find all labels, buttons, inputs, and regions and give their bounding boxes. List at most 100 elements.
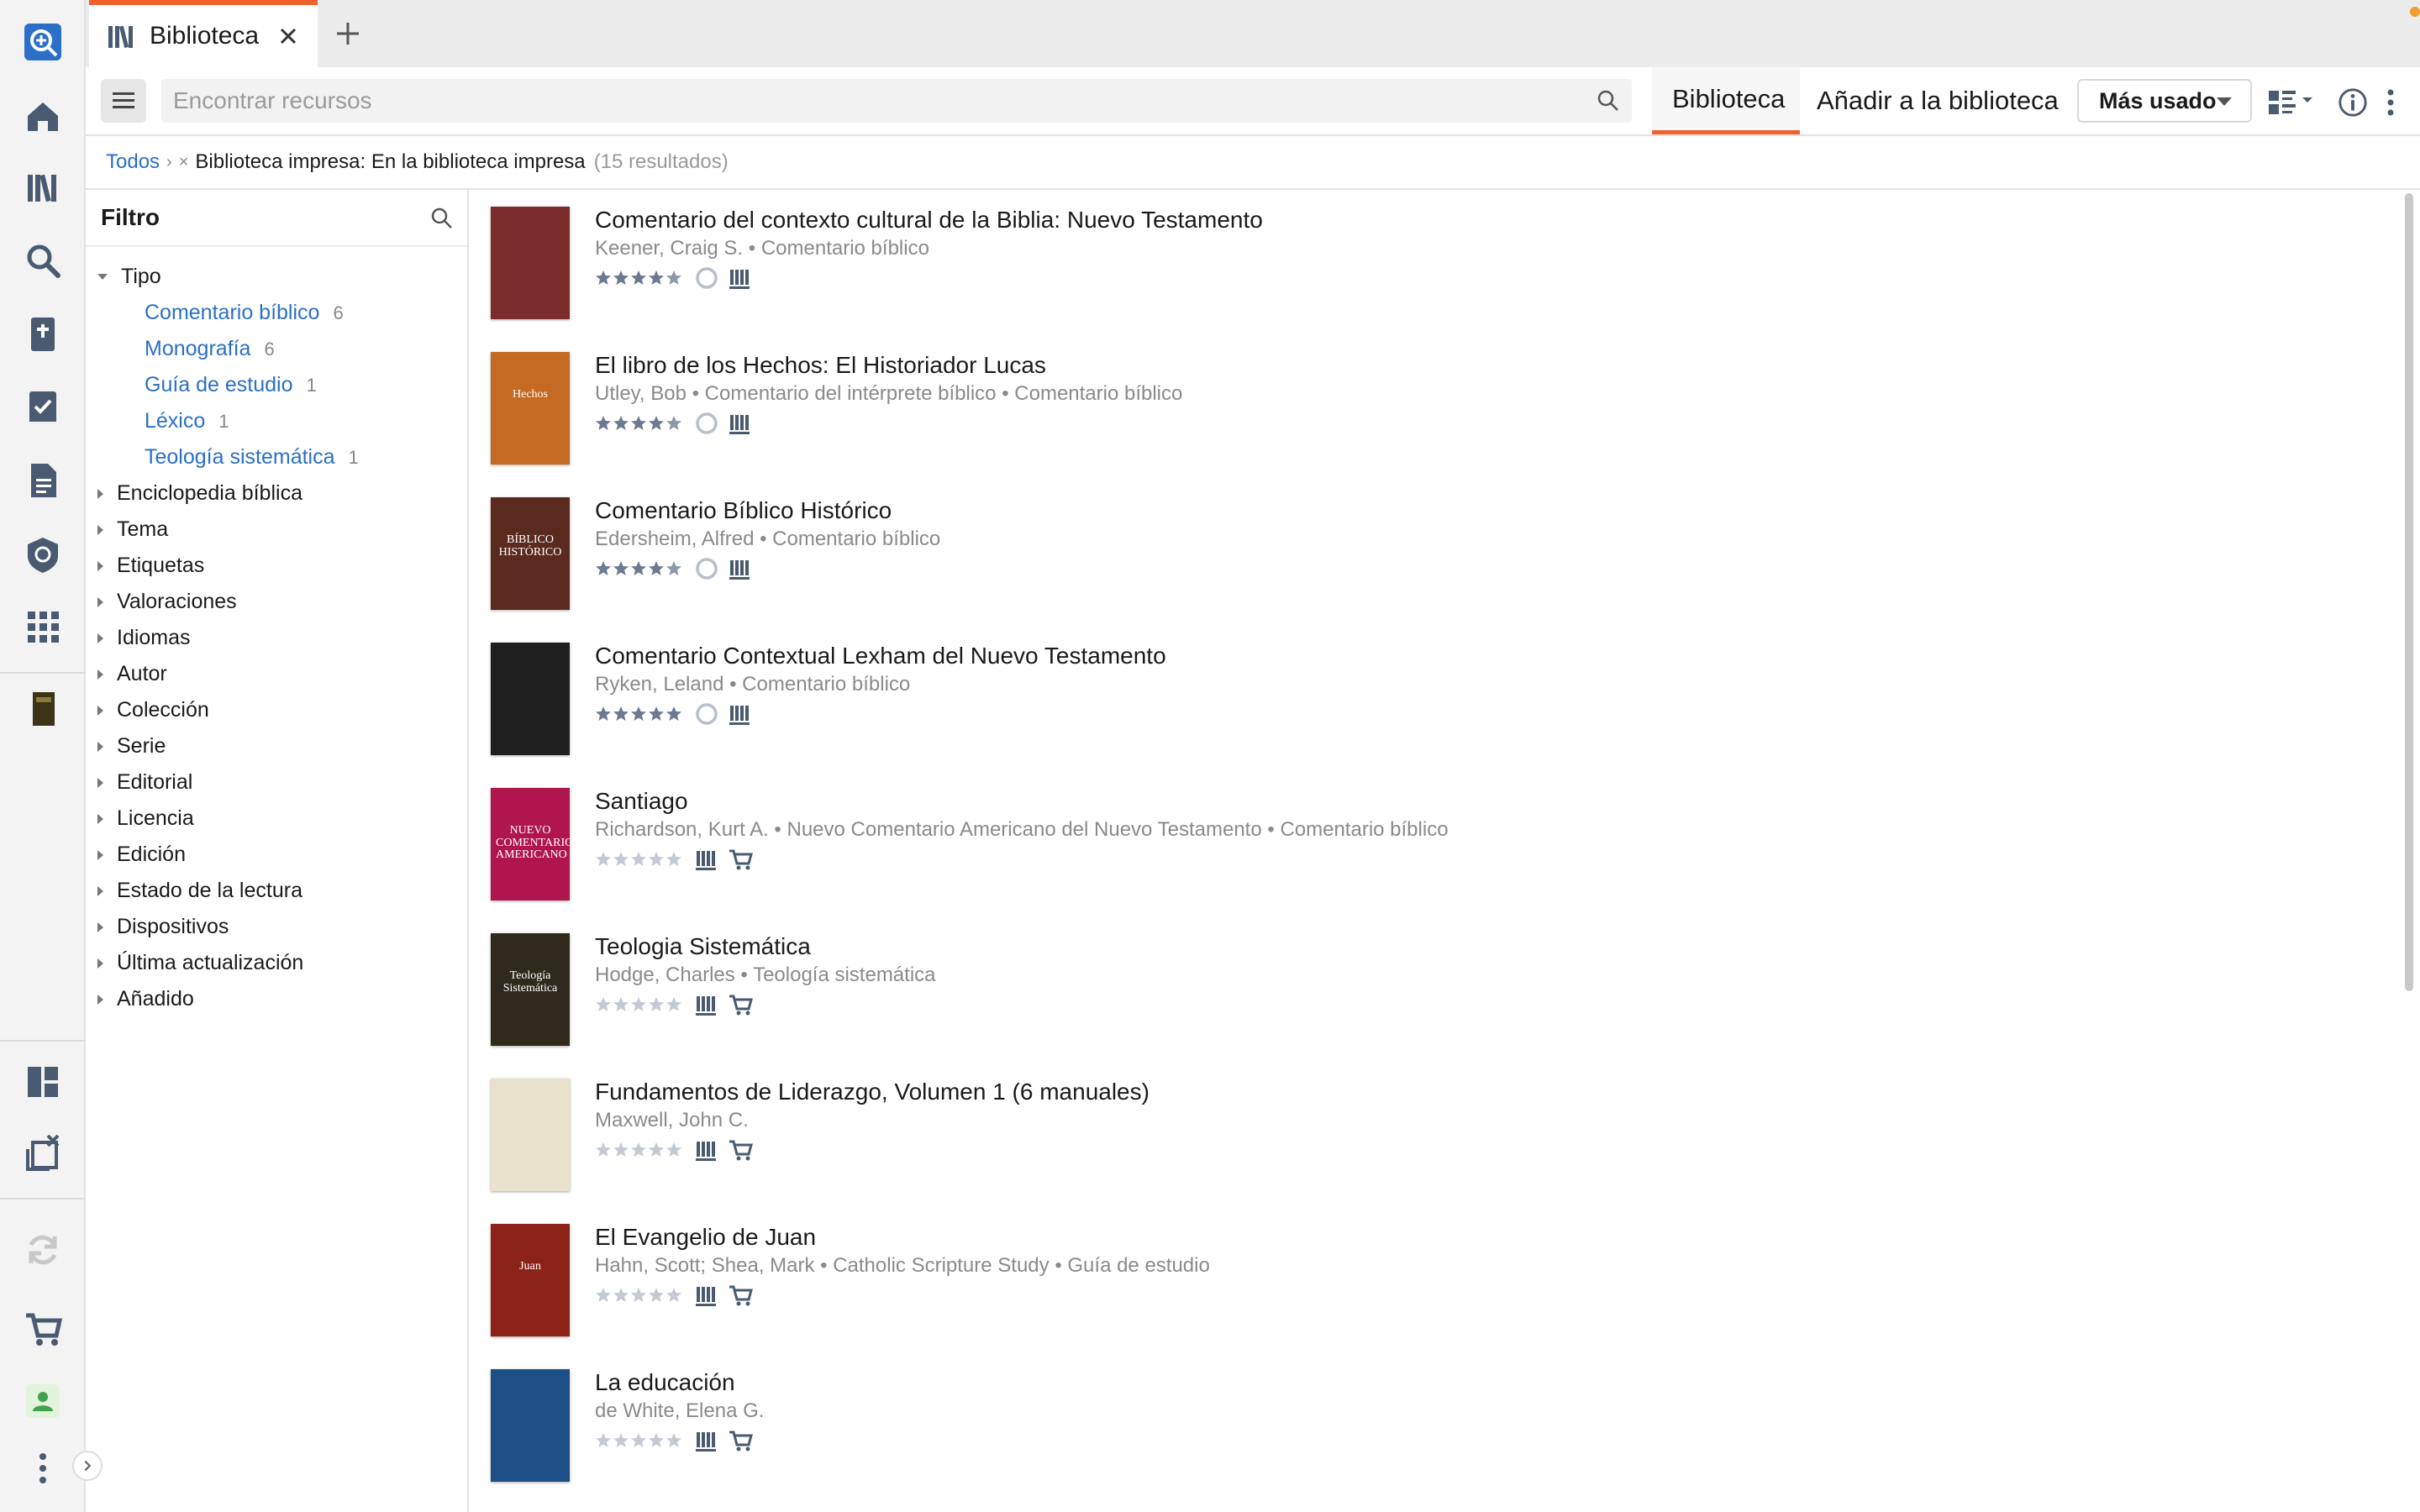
filter-item[interactable]: Comentario bíblico 6 xyxy=(86,295,467,331)
new-tab-button[interactable] xyxy=(331,17,365,50)
documents-icon[interactable] xyxy=(21,459,65,502)
more-vertical-icon[interactable] xyxy=(21,1446,65,1490)
tab-add-to-library[interactable]: Añadir a la biblioteca xyxy=(1817,67,2060,134)
result-row[interactable]: NUEVO COMENTARIO AMERICANO Santiago Richar… xyxy=(491,771,2381,916)
filter-group[interactable]: Enciclopedia bíblica xyxy=(86,475,467,512)
filter-group[interactable]: Dispositivos xyxy=(86,909,467,945)
recent-book-icon[interactable] xyxy=(21,687,65,731)
filter-group[interactable]: Tema xyxy=(86,512,467,548)
cart-icon[interactable] xyxy=(21,1307,65,1351)
home-icon[interactable] xyxy=(21,94,65,138)
guides-icon[interactable] xyxy=(21,533,65,576)
result-title[interactable]: El libro de los Hechos: El Historiador L… xyxy=(595,352,1046,379)
window-control-dot[interactable] xyxy=(2410,7,2420,17)
results-scrollbar[interactable] xyxy=(2405,193,2413,991)
rating-stars[interactable] xyxy=(595,1287,682,1304)
rating-stars[interactable] xyxy=(595,851,682,868)
print-library-icon[interactable] xyxy=(728,557,751,580)
rating-stars[interactable] xyxy=(595,1432,682,1449)
rating-stars[interactable] xyxy=(595,1142,682,1158)
cart-icon[interactable] xyxy=(728,1283,753,1308)
remove-filter-icon[interactable]: × xyxy=(179,153,189,172)
filter-group[interactable]: Añadido xyxy=(86,981,467,1017)
rating-stars[interactable] xyxy=(595,415,682,432)
tab-library-view[interactable]: Biblioteca xyxy=(1652,67,1800,134)
result-row[interactable]: BÍBLICO HISTÓRICO Comentario Bíblico Hist… xyxy=(491,480,2381,626)
library-icon[interactable] xyxy=(21,166,65,210)
print-library-icon[interactable] xyxy=(694,993,718,1016)
filter-group-tipo[interactable]: Tipo xyxy=(86,259,467,295)
print-library-icon[interactable] xyxy=(694,1284,718,1307)
result-row[interactable]: Fundamentos de Liderazgo, Volumen 1 (6 m… xyxy=(491,1062,2381,1207)
result-row[interactable]: La educación de White, Elena G. xyxy=(491,1352,2381,1498)
book-cover[interactable]: BÍBLICO HISTÓRICO xyxy=(491,497,570,610)
panel-more-icon[interactable] xyxy=(2378,84,2403,121)
result-row[interactable]: Teología Sistemática Teologia Sistemática… xyxy=(491,916,2381,1062)
result-title[interactable]: Teologia Sistemática xyxy=(595,933,811,960)
filter-group[interactable]: Serie xyxy=(86,728,467,764)
account-icon[interactable] xyxy=(21,1379,65,1423)
print-library-icon[interactable] xyxy=(728,266,751,290)
book-cover[interactable] xyxy=(491,1079,570,1191)
filter-group[interactable]: Editorial xyxy=(86,764,467,801)
result-row[interactable]: Comentario Contextual Lexham del Nuevo T… xyxy=(491,626,2381,771)
filter-group[interactable]: Última actualización xyxy=(86,945,467,981)
result-title[interactable]: La educación xyxy=(595,1369,735,1396)
print-library-icon[interactable] xyxy=(728,412,751,435)
rating-stars[interactable] xyxy=(595,706,682,722)
bible-icon[interactable] xyxy=(21,312,65,356)
result-row[interactable]: Comentario del contexto cultural de la B… xyxy=(491,190,2381,335)
info-icon[interactable] xyxy=(2334,84,2371,121)
layouts-icon[interactable] xyxy=(21,1060,65,1104)
result-title[interactable]: Santiago xyxy=(595,788,688,815)
panel-menu-button[interactable] xyxy=(101,79,146,123)
book-cover[interactable] xyxy=(491,207,570,319)
book-cover[interactable]: Teología Sistemática xyxy=(491,933,570,1046)
filter-item[interactable]: Monografía 6 xyxy=(86,331,467,367)
sync-icon[interactable] xyxy=(21,1228,65,1272)
rating-stars[interactable] xyxy=(595,270,682,286)
book-cover[interactable]: NUEVO COMENTARIO AMERICANO xyxy=(491,788,570,900)
filter-group[interactable]: Valoraciones xyxy=(86,584,467,620)
filter-group[interactable]: Colección xyxy=(86,692,467,728)
print-library-icon[interactable] xyxy=(728,702,751,726)
search-icon[interactable] xyxy=(21,239,65,282)
tab-library[interactable]: Biblioteca xyxy=(89,0,318,67)
cart-icon[interactable] xyxy=(728,847,753,872)
search-icon[interactable] xyxy=(1595,87,1622,114)
book-cover[interactable] xyxy=(491,1369,570,1482)
sort-dropdown[interactable]: Más usado xyxy=(2077,79,2252,123)
filter-item[interactable]: Léxico 1 xyxy=(86,403,467,439)
result-title[interactable]: Comentario Bíblico Histórico xyxy=(595,497,892,524)
close-panels-icon[interactable] xyxy=(21,1131,65,1174)
result-title[interactable]: Fundamentos de Liderazgo, Volumen 1 (6 m… xyxy=(595,1079,1150,1105)
resource-search-input[interactable] xyxy=(173,79,1568,123)
filter-group[interactable]: Idiomas xyxy=(86,620,467,656)
print-library-icon[interactable] xyxy=(694,1429,718,1452)
book-cover[interactable]: Hechos xyxy=(491,352,570,465)
filter-group[interactable]: Etiquetas xyxy=(86,548,467,584)
book-cover[interactable] xyxy=(491,643,570,755)
breadcrumb-root-link[interactable]: Todos xyxy=(106,150,160,174)
result-row[interactable]: Juan El Evangelio de Juan Hahn, Scott; She… xyxy=(491,1207,2381,1352)
rating-stars[interactable] xyxy=(595,996,682,1013)
result-title[interactable]: El Evangelio de Juan xyxy=(595,1224,816,1251)
filter-item[interactable]: Teología sistemática 1 xyxy=(86,439,467,475)
result-title[interactable]: Comentario Contextual Lexham del Nuevo T… xyxy=(595,643,1166,669)
filter-search-icon[interactable] xyxy=(429,205,455,232)
filter-group[interactable]: Autor xyxy=(86,656,467,692)
result-title[interactable]: Comentario del contexto cultural de la B… xyxy=(595,207,1263,234)
close-tab-icon[interactable] xyxy=(274,22,302,50)
rating-stars[interactable] xyxy=(595,560,682,577)
cart-icon[interactable] xyxy=(728,992,753,1017)
cart-icon[interactable] xyxy=(728,1137,753,1163)
book-cover[interactable]: Juan xyxy=(491,1224,570,1336)
result-row[interactable]: Hechos El libro de los Hechos: El Histori… xyxy=(491,335,2381,480)
filter-group[interactable]: Estado de la lectura xyxy=(86,873,467,909)
filter-item[interactable]: Guía de estudio 1 xyxy=(86,367,467,403)
apps-grid-icon[interactable] xyxy=(21,605,65,648)
print-library-icon[interactable] xyxy=(694,1138,718,1162)
tasks-icon[interactable] xyxy=(21,385,65,428)
print-library-icon[interactable] xyxy=(694,848,718,871)
cart-icon[interactable] xyxy=(728,1428,753,1453)
